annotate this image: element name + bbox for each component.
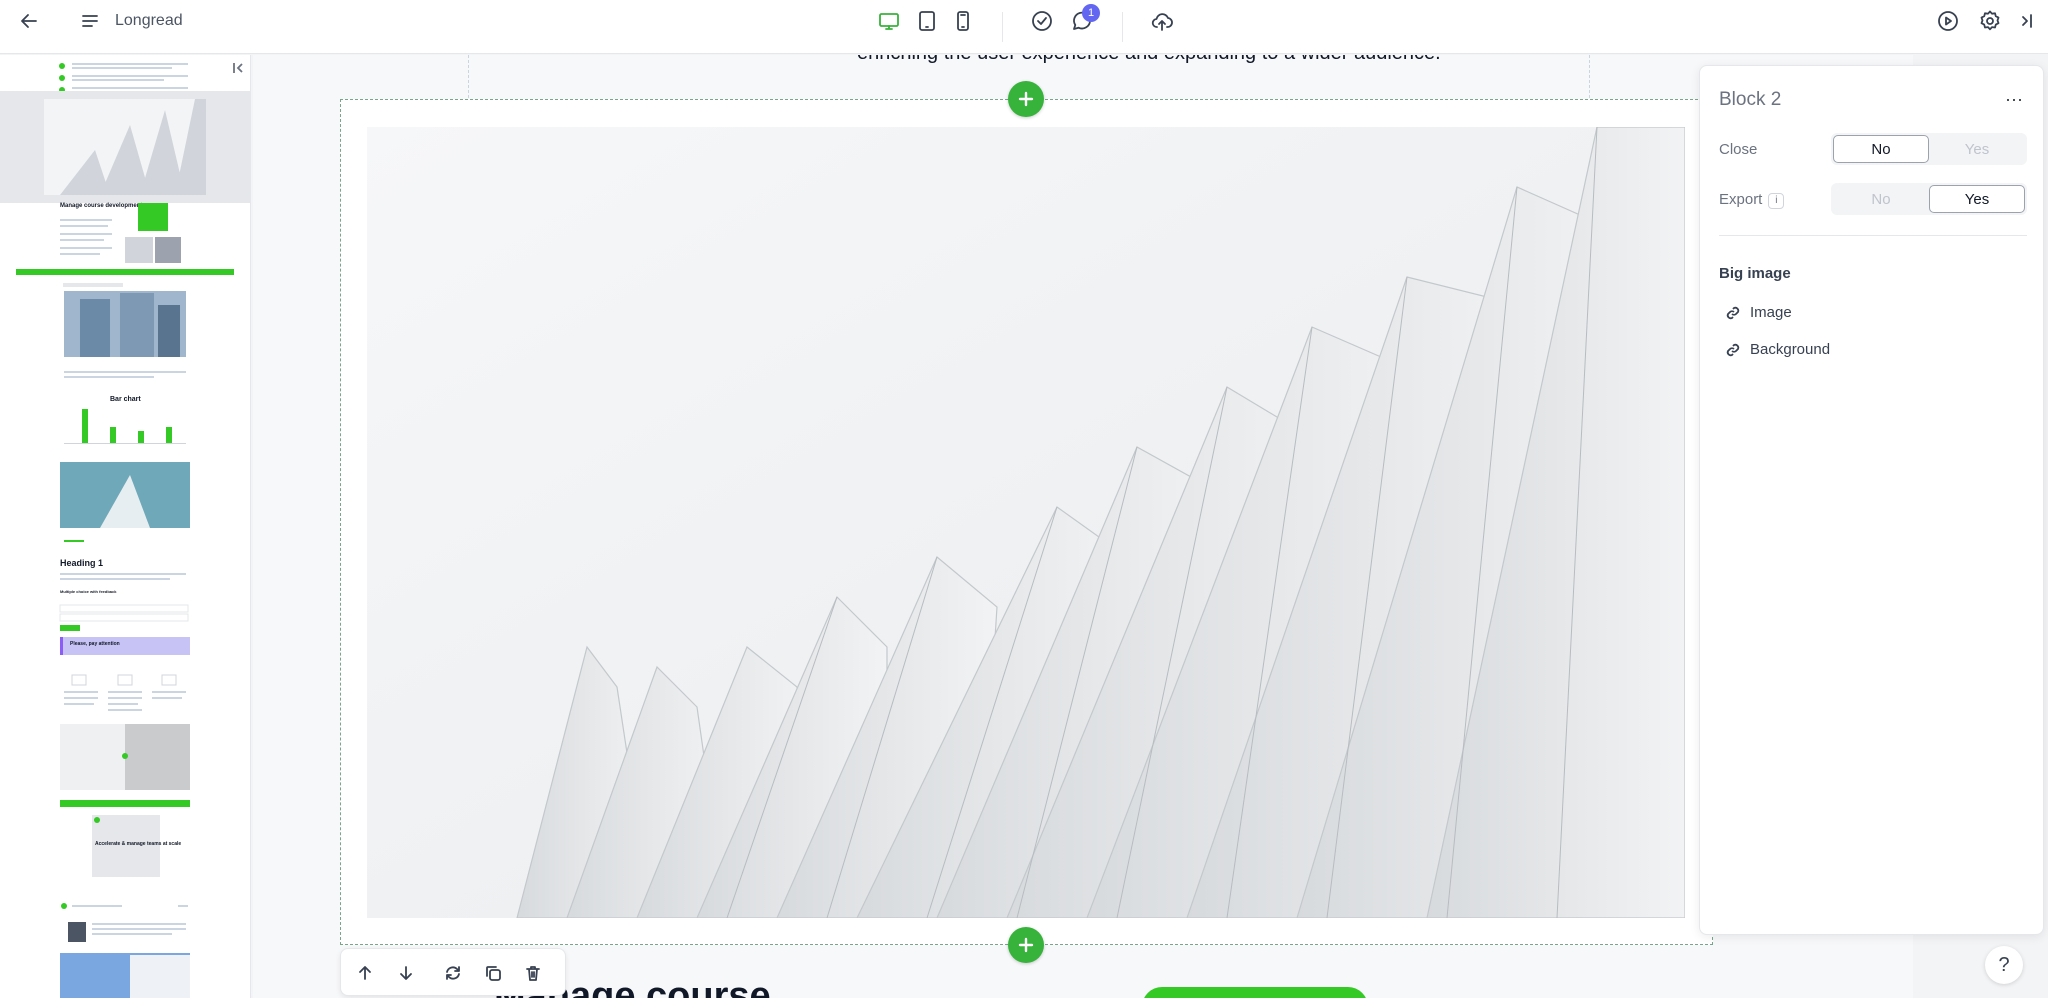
- thumbnail-bar-chart[interactable]: Bar chart: [64, 396, 186, 444]
- thumbnails-strip[interactable]: Manage course development Bar chart Head…: [0, 55, 250, 998]
- export-no-option[interactable]: No: [1833, 185, 1929, 213]
- architecture-image: [367, 127, 1685, 918]
- thumbnail-heading-quiz[interactable]: Heading 1 Multiple choice with feedback …: [59, 558, 190, 655]
- more-options-icon[interactable]: ⋯: [2005, 90, 2024, 111]
- previous-block-text[interactable]: enriching the user experience and expand…: [857, 55, 1441, 65]
- help-button[interactable]: ?: [1985, 946, 2023, 984]
- thumbnail-teal-photo[interactable]: [60, 462, 190, 542]
- divider: [1719, 235, 2027, 236]
- thumbnail-big-image-selected[interactable]: [0, 91, 250, 203]
- thumbnail-sky-photo[interactable]: [60, 953, 190, 998]
- move-down-icon[interactable]: [390, 957, 422, 989]
- big-image[interactable]: [367, 127, 1685, 918]
- delete-block-icon[interactable]: [517, 957, 549, 989]
- block-toolbar: [340, 948, 566, 996]
- panel-item-label: Image: [1750, 304, 1792, 321]
- desktop-view-icon[interactable]: [871, 3, 907, 39]
- menu-icon[interactable]: [72, 3, 108, 39]
- export-yes-option[interactable]: Yes: [1929, 185, 2025, 213]
- close-no-option[interactable]: No: [1833, 135, 1929, 163]
- tablet-view-icon[interactable]: [909, 3, 945, 39]
- svg-text:Accelerate & manage teams at s: Accelerate & manage teams at scale: [95, 841, 181, 847]
- export-toggle: No Yes: [1831, 183, 2027, 215]
- divider: [1122, 12, 1123, 42]
- thumbnail-teams[interactable]: Accelerate & manage teams at scale: [92, 815, 181, 877]
- link-icon: [1726, 343, 1740, 356]
- export-label: Export i: [1719, 191, 1785, 209]
- page-thumbnails-sidebar: Manage course development Bar chart Head…: [0, 55, 251, 998]
- svg-text:Bar chart: Bar chart: [110, 396, 141, 403]
- thumbnail-course[interactable]: Manage course development: [16, 203, 234, 275]
- close-label: Close: [1719, 141, 1758, 158]
- link-icon: [1726, 306, 1740, 319]
- svg-text:Manage course development: Manage course development: [60, 203, 142, 209]
- svg-text:Multiple choice with feedback: Multiple choice with feedback: [60, 589, 117, 594]
- move-up-icon[interactable]: [349, 957, 381, 989]
- duplicate-block-icon[interactable]: [477, 957, 509, 989]
- thumbnail-list[interactable]: [59, 63, 188, 93]
- export-label-text: Export: [1719, 191, 1763, 208]
- svg-text:Heading 1: Heading 1: [60, 558, 103, 568]
- thumbnail-building-photo[interactable]: [63, 283, 186, 378]
- add-block-above-button[interactable]: [1008, 81, 1044, 117]
- panel-item-image[interactable]: Image: [1725, 304, 1792, 321]
- close-toggle: No Yes: [1831, 133, 2027, 165]
- section-title: Big image: [1719, 265, 1791, 282]
- mobile-view-icon[interactable]: [945, 3, 981, 39]
- thumbnail-split-image[interactable]: [60, 724, 190, 807]
- back-arrow-icon[interactable]: [11, 3, 47, 39]
- check-circle-icon[interactable]: [1024, 3, 1060, 39]
- notification-badge: 1: [1082, 4, 1100, 22]
- next-block-button[interactable]: [1142, 987, 1368, 998]
- thumbnail-three-columns[interactable]: [64, 674, 186, 711]
- svg-text:Please, pay attention: Please, pay attention: [70, 641, 120, 647]
- settings-gear-icon[interactable]: [1972, 3, 2008, 39]
- add-block-below-button[interactable]: [1008, 927, 1044, 963]
- collapse-panel-icon[interactable]: [2008, 3, 2044, 39]
- collapse-sidebar-icon[interactable]: [228, 57, 250, 79]
- thumbnail-testimonial[interactable]: [61, 903, 188, 942]
- panel-item-background[interactable]: Background: [1725, 341, 1830, 358]
- divider: [1002, 12, 1003, 42]
- close-yes-option[interactable]: Yes: [1929, 135, 2025, 163]
- info-icon[interactable]: i: [1768, 192, 1785, 209]
- top-bar: Longread 1: [0, 0, 2048, 54]
- document-title[interactable]: Longread: [115, 12, 183, 30]
- block-settings-panel: Block 2 ⋯ Close No Yes Export i No Yes Bi…: [1699, 65, 2044, 935]
- panel-title: Block 2: [1719, 89, 1782, 110]
- replace-block-icon[interactable]: [437, 957, 469, 989]
- panel-item-label: Background: [1750, 341, 1831, 358]
- publish-cloud-icon[interactable]: [1144, 3, 1180, 39]
- preview-play-icon[interactable]: [1930, 3, 1966, 39]
